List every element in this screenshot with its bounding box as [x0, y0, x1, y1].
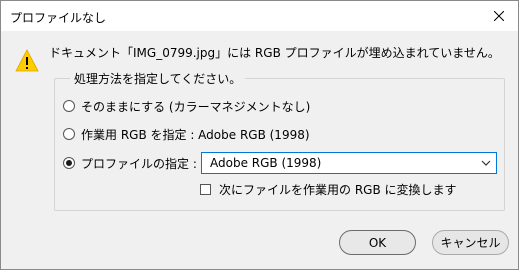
group-legend: 処理方法を指定してください。	[70, 70, 246, 87]
close-icon	[494, 11, 504, 21]
message-text: ドキュメント「IMG_0799.jpg」には RGB プロファイルが埋め込まれて…	[49, 46, 500, 60]
radio-button[interactable]	[63, 100, 75, 112]
close-button[interactable]	[480, 1, 518, 31]
convert-checkbox-row[interactable]: 次にファイルを作業用の RGB に変換します	[200, 181, 457, 197]
chevron-down-icon	[481, 160, 491, 166]
radio-label: そのままにする (カラーマネジメントなし)	[81, 99, 311, 114]
profile-select-value: Adobe RGB (1998)	[210, 156, 322, 170]
warning-icon	[15, 49, 39, 72]
cancel-button[interactable]: キャンセル	[432, 230, 509, 255]
profile-select[interactable]: Adobe RGB (1998)	[201, 152, 497, 174]
radio-label: プロファイルの指定 :	[81, 156, 197, 171]
radio-button[interactable]	[63, 157, 75, 169]
radio-assign-profile[interactable]: プロファイルの指定 :	[63, 154, 197, 172]
dialog: プロファイルなし ドキュメント「IMG_0799.jpg」には RGB プロファ…	[0, 0, 519, 270]
convert-checkbox-label: 次にファイルを作業用の RGB に変換します	[219, 182, 457, 197]
radio-label: 作業用 RGB を指定 : Adobe RGB (1998)	[81, 127, 310, 142]
radio-assign-working-rgb[interactable]: 作業用 RGB を指定 : Adobe RGB (1998)	[63, 125, 310, 143]
ok-button[interactable]: OK	[339, 230, 416, 255]
window-title: プロファイルなし	[10, 11, 107, 25]
radio-button[interactable]	[63, 128, 75, 140]
convert-checkbox[interactable]	[200, 183, 211, 195]
title-bar: プロファイルなし	[1, 1, 518, 31]
radio-no-color-management[interactable]: そのままにする (カラーマネジメントなし)	[63, 97, 310, 115]
